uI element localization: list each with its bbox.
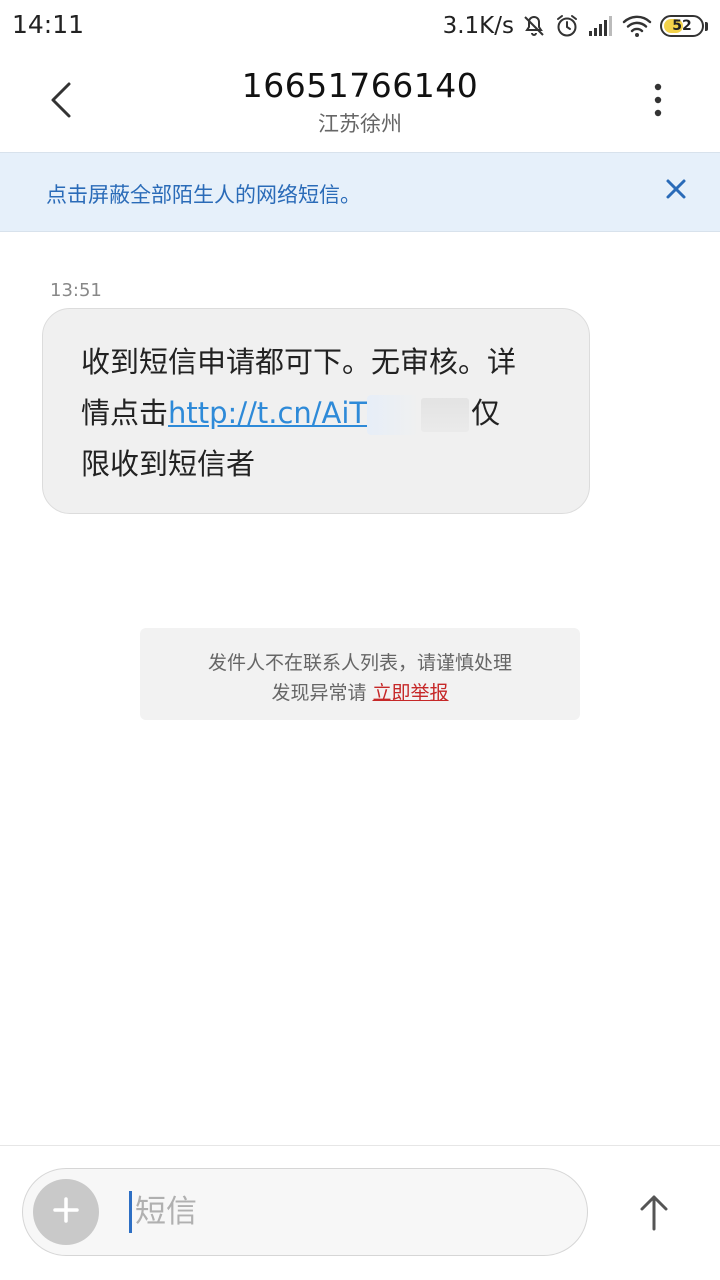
sms-conversation-screen: 14:11 3.1K/s 52 16651766140 江苏徐州 点击屏蔽全部陌… bbox=[0, 0, 720, 1280]
contact-phone-number: 16651766140 bbox=[241, 66, 479, 105]
status-icons: 3.1K/s 52 bbox=[443, 8, 708, 44]
signal-icon bbox=[588, 15, 614, 37]
block-strangers-banner[interactable]: 点击屏蔽全部陌生人的网络短信。 bbox=[0, 152, 720, 232]
stranger-warning: 发件人不在联系人列表，请谨慎处理 发现异常请 立即举报 bbox=[140, 628, 580, 720]
report-link[interactable]: 立即举报 bbox=[373, 682, 449, 704]
message-text-3: 限收到短信者 bbox=[81, 447, 256, 481]
alarm-icon bbox=[554, 13, 580, 39]
more-vertical-icon bbox=[653, 82, 663, 122]
message-line-1: 收到短信申请都可下。无审核。详 bbox=[81, 337, 549, 388]
message-text-2-end: 仅 bbox=[471, 396, 501, 430]
message-bubble[interactable]: 收到短信申请都可下。无审核。详 情点击http://t.cn/AiT 仅 限收到短… bbox=[42, 308, 590, 514]
text-caret bbox=[129, 1191, 132, 1233]
conversation-header: 16651766140 江苏徐州 bbox=[0, 52, 720, 152]
contact-location: 江苏徐州 bbox=[318, 112, 402, 136]
close-icon bbox=[665, 178, 687, 204]
more-options-button[interactable] bbox=[630, 74, 686, 130]
plus-icon bbox=[52, 1196, 80, 1228]
message-timestamp: 13:51 bbox=[50, 280, 102, 301]
battery-tip bbox=[705, 21, 708, 31]
send-button[interactable] bbox=[626, 1186, 682, 1242]
banner-close-button[interactable] bbox=[658, 173, 694, 209]
warning-text: 发件人不在联系人列表，请谨慎处理 bbox=[207, 652, 512, 674]
message-text-2: 情点击 bbox=[81, 396, 169, 430]
compose-bar bbox=[0, 1145, 720, 1280]
add-attachment-button[interactable] bbox=[33, 1179, 99, 1245]
message-text-1: 收到短信申请都可下。无审核。详 bbox=[81, 345, 517, 379]
status-bar: 14:11 3.1K/s 52 bbox=[0, 0, 720, 52]
warning-report-prefix: 发现异常请 bbox=[271, 682, 373, 704]
mute-icon bbox=[522, 14, 546, 38]
message-input[interactable] bbox=[133, 1183, 555, 1241]
message-line-3: 限收到短信者 bbox=[81, 439, 549, 490]
wifi-icon bbox=[622, 14, 652, 38]
compose-field[interactable] bbox=[22, 1168, 588, 1256]
message-line-2: 情点击http://t.cn/AiT 仅 bbox=[81, 388, 549, 439]
message-link[interactable]: http://t.cn/AiT bbox=[168, 396, 367, 430]
banner-text[interactable]: 点击屏蔽全部陌生人的网络短信。 bbox=[46, 179, 361, 209]
status-time: 14:11 bbox=[12, 10, 85, 39]
battery-icon: 52 bbox=[660, 15, 704, 37]
network-speed: 3.1K/s bbox=[442, 13, 514, 39]
redacted-block-dark bbox=[421, 398, 470, 432]
redacted-block bbox=[367, 395, 420, 435]
arrow-up-icon bbox=[638, 1193, 670, 1235]
warning-report-line: 发现异常请 立即举报 bbox=[140, 678, 580, 705]
battery-level: 52 bbox=[672, 18, 692, 34]
